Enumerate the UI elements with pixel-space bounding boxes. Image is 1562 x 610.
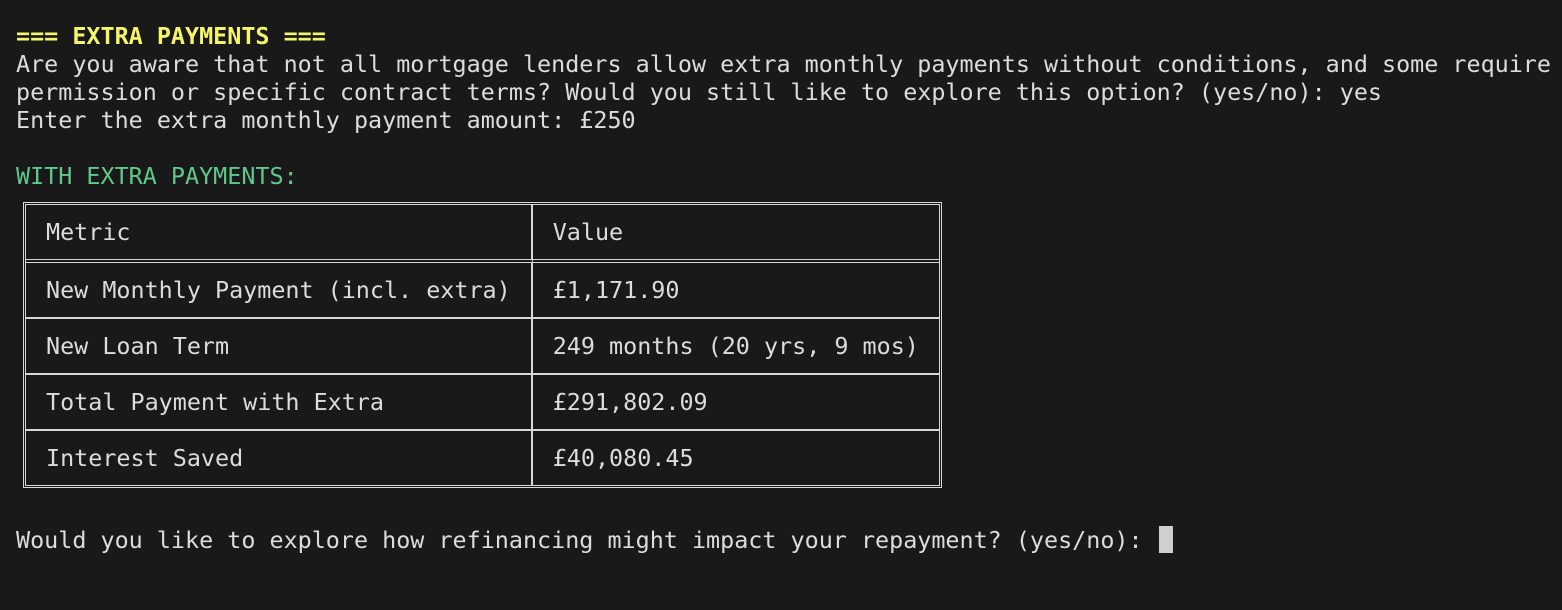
amount-line: Enter the extra monthly payment amount: … [16,106,636,134]
question-line-2: permission or specific contract terms? W… [16,78,1382,106]
results-title: WITH EXTRA PAYMENTS: [16,162,298,190]
section-heading: === EXTRA PAYMENTS === [16,22,326,50]
table-row: Interest Saved £40,080.45 [26,431,939,485]
results-table: Metric Value New Monthly Payment (incl. … [23,202,942,488]
value-cell: 249 months (20 yrs, 9 mos) [532,319,939,375]
value-cell: £291,802.09 [532,375,939,431]
text-cursor[interactable] [1158,526,1173,553]
table-row: New Loan Term 249 months (20 yrs, 9 mos) [26,319,939,375]
question-line-1: Are you aware that not all mortgage lend… [16,50,1551,78]
metric-cell: Interest Saved [26,431,533,485]
refinance-prompt[interactable]: Would you like to explore how refinancin… [16,526,1562,554]
value-cell: £40,080.45 [552,444,694,472]
value-cell: £1,171.90 [532,263,939,319]
terminal-output: === EXTRA PAYMENTS === Are you aware tha… [16,22,1562,554]
metric-cell: New Monthly Payment (incl. extra) [26,263,533,319]
metric-cell: New Loan Term [26,319,533,375]
table-row: Total Payment with Extra £291,802.09 [26,375,939,431]
prompt-text: Would you like to explore how refinancin… [16,526,1157,554]
header-value: Value [532,205,939,263]
header-metric: Metric [26,205,533,263]
metric-cell: Total Payment with Extra [26,375,533,431]
table-row: New Monthly Payment (incl. extra) £1,171… [26,263,939,319]
table-header-row: Metric Value [26,205,939,263]
